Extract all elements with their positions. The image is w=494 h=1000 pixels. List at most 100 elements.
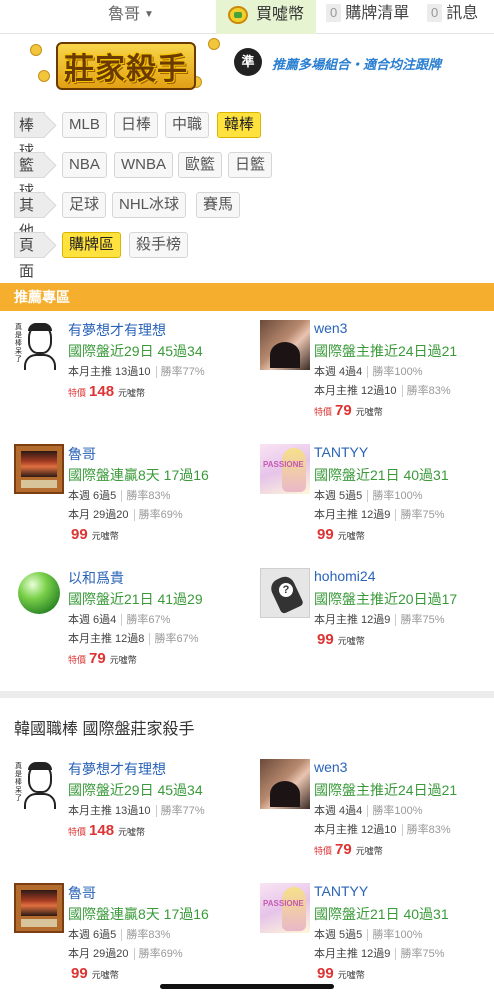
cart-count-badge: 0 <box>326 4 342 22</box>
chip-wnba[interactable]: WNBA <box>114 152 173 178</box>
tipster-name[interactable]: wen3 <box>314 759 347 775</box>
logo-badge: 準 <box>234 48 262 76</box>
stats-line: 本週 4過4 勝率100% <box>314 366 423 378</box>
stats-line: 本週 6過5 勝率83% <box>68 929 171 941</box>
chip-killer-rank[interactable]: 殺手榜 <box>129 232 189 258</box>
face-sketch-avatar: 真是棒呆了 <box>14 759 64 809</box>
card-art-avatar <box>14 444 64 494</box>
price-tag: 99 元噓幣 <box>71 965 119 982</box>
price-tag: 99 元噓幣 <box>317 631 365 648</box>
tipster-name[interactable]: hohomi24 <box>314 568 376 584</box>
buy-coins-button[interactable]: 買噓幣 <box>216 0 316 34</box>
coin-decoration-icon <box>208 38 220 50</box>
coin-icon <box>228 6 248 24</box>
stats-line: 本月主推 12過9 勝率75% <box>314 948 445 960</box>
price-tag: 特價 79 元噓幣 <box>68 650 137 667</box>
stats-line: 本月主推 13過10 勝率77% <box>68 805 205 817</box>
chip-buy-picks[interactable]: 購牌區 <box>62 232 122 258</box>
tipster-card[interactable]: wen3 國際盤主推近24日過21 本週 4過4 勝率100% 本月主推 12過… <box>260 759 494 879</box>
card-art-avatar <box>14 883 64 933</box>
cart-tab[interactable]: 0 購牌清單 <box>326 0 409 34</box>
chip-japan-baseball[interactable]: 日棒 <box>114 112 159 138</box>
tipster-record: 國際盤主推近20日過17 <box>314 591 458 607</box>
tipster-card[interactable]: PASSIONE TANTYY 國際盤近21日 40過31 本週 5過5 勝率1… <box>260 883 494 1000</box>
category-head: 棒球 <box>14 112 46 160</box>
tipster-card[interactable]: 魯哥 國際盤連贏8天 17過16 本週 6過5 勝率83% 本月 29過20 勝… <box>14 444 254 564</box>
price-tag: 特價 79 元噓幣 <box>314 402 383 419</box>
tipster-card[interactable]: wen3 國際盤主推近24日過21 本週 4過4 勝率100% 本月主推 12過… <box>260 320 494 440</box>
woman-photo-avatar <box>260 759 310 809</box>
anime-girl-avatar: PASSIONE <box>260 444 310 494</box>
tipster-record: 國際盤近21日 40過31 <box>314 467 449 483</box>
message-count-badge: 0 <box>427 4 443 22</box>
stats-line: 本週 5過5 勝率100% <box>314 929 423 941</box>
stats-line: 本月主推 13過10 勝率77% <box>68 366 205 378</box>
tipster-name[interactable]: TANTYY <box>314 444 368 460</box>
messages-tab[interactable]: 0 訊息 <box>427 0 478 34</box>
tipster-name[interactable]: wen3 <box>314 320 347 336</box>
tipster-record: 國際盤近29日 45過34 <box>68 343 203 359</box>
price-tag: 特價 148 元噓幣 <box>68 383 146 400</box>
tipster-record: 國際盤連贏8天 17過16 <box>68 467 209 483</box>
buy-coins-label: 買噓幣 <box>256 6 305 23</box>
tipster-card[interactable]: 魯哥 國際盤連贏8天 17過16 本週 6過5 勝率83% 本月 29過20 勝… <box>14 883 254 1000</box>
stats-line: 本月 29過20 勝率69% <box>68 948 183 960</box>
messages-label: 訊息 <box>446 5 479 22</box>
chip-cpbl[interactable]: 中職 <box>165 112 210 138</box>
top-nav-bar: 魯哥 ▼ 買噓幣 0 購牌清單 0 訊息 <box>0 0 494 34</box>
stats-line: 本週 4過4 勝率100% <box>314 805 423 817</box>
price-tag: 特價 148 元噓幣 <box>68 822 146 839</box>
anime-girl-avatar: PASSIONE <box>260 883 310 933</box>
user-menu[interactable]: 魯哥 ▼ <box>108 0 154 34</box>
stats-line: 本週 5過5 勝率100% <box>314 490 423 502</box>
stats-line: 本月主推 12過10 勝率83% <box>314 385 451 397</box>
coin-decoration-icon <box>38 70 50 82</box>
stats-line: 本月主推 12過10 勝率83% <box>314 824 451 836</box>
home-indicator[interactable] <box>160 984 334 989</box>
category-head: 頁面 <box>14 232 46 280</box>
tipster-card[interactable]: 以和爲貴 國際盤近21日 41過29 本週 6過4 勝率67% 本月主推 12過… <box>14 568 254 688</box>
price-tag: 特價 79 元噓幣 <box>314 841 383 858</box>
logo-text: 莊家殺手 <box>56 42 196 90</box>
stats-line: 本週 6過5 勝率83% <box>68 490 171 502</box>
woman-photo-avatar <box>260 320 310 370</box>
recommended-section-header: 推薦專區 <box>0 283 494 311</box>
face-sketch-avatar: 真是棒呆了 <box>14 320 64 370</box>
chip-mlb[interactable]: MLB <box>62 112 107 138</box>
tipster-record: 國際盤主推近24日過21 <box>314 782 458 798</box>
chip-kbo[interactable]: 韓棒 <box>217 112 262 138</box>
tipster-card[interactable]: ? hohomi24 國際盤主推近20日過17 本月主推 12過9 勝率75% … <box>260 568 494 688</box>
stats-line: 本月主推 12過8 勝率67% <box>68 633 199 645</box>
banner: 莊家殺手 準 推薦多場組合・適合均注跟牌 <box>0 36 494 96</box>
chip-nhl[interactable]: NHL冰球 <box>112 192 187 218</box>
tipster-card[interactable]: PASSIONE TANTYY 國際盤近21日 40過31 本週 5過5 勝率1… <box>260 444 494 564</box>
tipster-name[interactable]: 有夢想才有理想 <box>68 320 166 340</box>
globe-avatar <box>14 568 64 618</box>
coin-decoration-icon <box>30 44 42 56</box>
banner-slogan: 推薦多場組合・適合均注跟牌 <box>272 57 442 72</box>
tipster-record: 國際盤近21日 41過29 <box>68 591 203 607</box>
tipster-name[interactable]: 魯哥 <box>68 883 96 903</box>
tipster-name[interactable]: 以和爲貴 <box>68 568 124 588</box>
tipster-record: 國際盤連贏8天 17過16 <box>68 906 209 922</box>
chip-horse-racing[interactable]: 賽馬 <box>196 192 241 218</box>
tipster-card[interactable]: 真是棒呆了 有夢想才有理想 國際盤近29日 45過34 本月主推 13過10 勝… <box>14 759 254 879</box>
chip-euro-basketball[interactable]: 歐籃 <box>178 152 223 178</box>
price-tag: 99 元噓幣 <box>71 526 119 543</box>
site-logo[interactable]: 莊家殺手 準 <box>30 36 262 92</box>
tipster-name[interactable]: 魯哥 <box>68 444 96 464</box>
chip-soccer[interactable]: 足球 <box>62 192 107 218</box>
chevron-down-icon: ▼ <box>144 9 154 20</box>
korea-section-title: 韓國職棒 國際盤莊家殺手 <box>14 721 195 738</box>
user-name: 魯哥 <box>108 6 141 23</box>
chip-nba[interactable]: NBA <box>62 152 107 178</box>
price-tag: 99 元噓幣 <box>317 965 365 982</box>
category-head: 其他 <box>14 192 46 240</box>
price-tag: 99 元噓幣 <box>317 526 365 543</box>
tipster-name[interactable]: TANTYY <box>314 883 368 899</box>
tipster-card[interactable]: 真是棒呆了 有夢想才有理想 國際盤近29日 45過34 本月主推 13過10 勝… <box>14 320 254 440</box>
stats-line: 本月主推 12過9 勝率75% <box>314 614 445 626</box>
chip-japan-basketball[interactable]: 日籃 <box>228 152 273 178</box>
unknown-user-avatar: ? <box>260 568 310 618</box>
tipster-name[interactable]: 有夢想才有理想 <box>68 759 166 779</box>
